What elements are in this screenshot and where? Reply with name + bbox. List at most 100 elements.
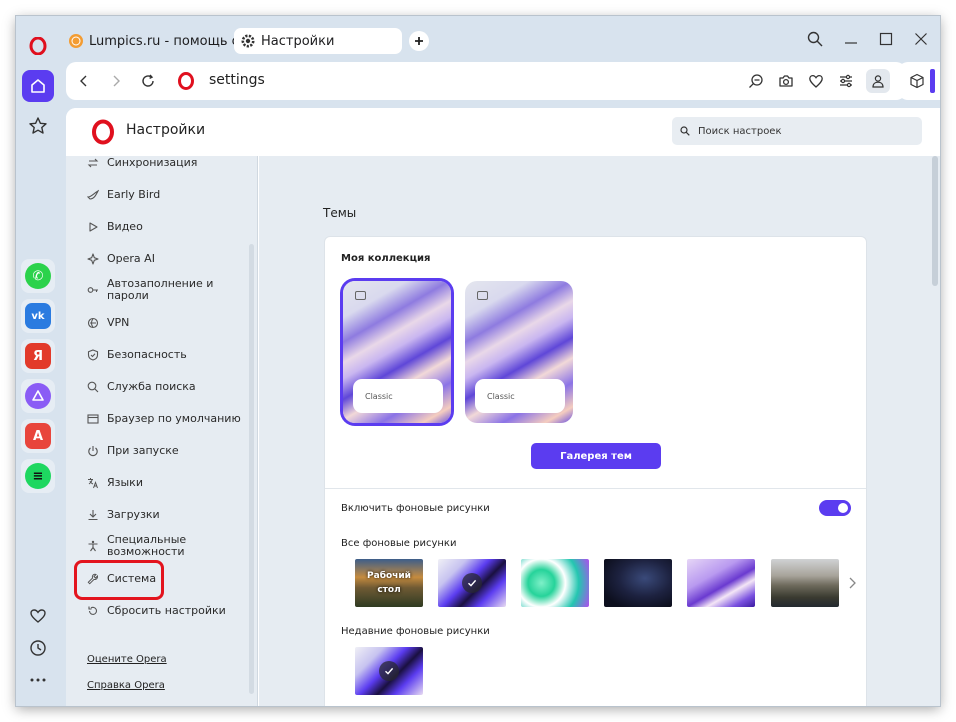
address-text[interactable]: settings — [209, 72, 265, 88]
wallpapers-next-button[interactable] — [845, 573, 859, 593]
orange-favicon — [69, 34, 83, 48]
maximize-icon — [879, 32, 893, 46]
bookmark-page-button[interactable] — [806, 71, 826, 91]
close-button[interactable] — [910, 28, 932, 50]
sidebar-item-autofill[interactable]: Автозаполнение и пароли — [86, 278, 216, 302]
favorites-button[interactable] — [22, 600, 54, 632]
back-button[interactable] — [74, 71, 94, 91]
profile-button[interactable] — [866, 69, 890, 93]
sidebar-item-reset[interactable]: Сбросить настройки — [86, 604, 226, 618]
content-scrollbar[interactable] — [932, 156, 938, 286]
settings-search[interactable] — [672, 117, 922, 145]
wallpaper-desktop-label: Рабочий стол — [367, 571, 411, 595]
collection-title: Моя коллекция — [341, 253, 431, 264]
gear-icon — [241, 34, 255, 48]
maximize-button[interactable] — [875, 28, 897, 50]
key-icon — [86, 283, 100, 297]
opera-menu-button[interactable] — [22, 30, 54, 62]
sidebar-item-label: Синхронизация — [107, 156, 198, 169]
reload-button[interactable] — [138, 71, 158, 91]
yandex-icon[interactable]: Я — [25, 343, 51, 369]
opera-logo-icon — [178, 72, 194, 90]
sidebar-rail: ✆ vk Я A ≡ — [16, 16, 60, 706]
recent-wallpaper[interactable] — [355, 647, 423, 695]
forward-button[interactable] — [106, 71, 126, 91]
chevron-right-icon — [849, 577, 856, 589]
alice-icon[interactable] — [25, 383, 51, 409]
theme-tile-classic[interactable]: Classic — [465, 281, 573, 423]
shield-icon — [86, 348, 100, 362]
sidebar-item-languages[interactable]: Языки — [86, 476, 143, 490]
chevron-right-icon — [113, 75, 120, 87]
bird-icon — [86, 188, 100, 202]
star-icon — [29, 117, 47, 134]
home-button[interactable] — [22, 70, 54, 102]
tab-lumpics[interactable]: Lumpics.ru - помощь с ко — [68, 28, 234, 54]
snapshot-button[interactable] — [776, 71, 796, 91]
whatsapp-icon[interactable]: ✆ — [25, 263, 51, 289]
rate-opera-link[interactable]: Оцените Opera — [87, 654, 167, 665]
wallpaper-desktop[interactable]: Рабочий стол — [355, 559, 423, 607]
theme-tile-label: Classic — [353, 379, 443, 413]
sidebar-item-accessibility[interactable]: Специальные возможности — [86, 534, 206, 558]
theme-image-icon — [477, 291, 488, 300]
themes-section-title: Темы — [323, 206, 357, 220]
sidebar-item-startup[interactable]: При запуске — [86, 444, 179, 458]
translate-icon[interactable]: A — [25, 423, 51, 449]
clock-icon — [30, 640, 46, 656]
zoom-button[interactable] — [746, 71, 766, 91]
translate-glyph: A — [32, 428, 44, 444]
bookmarks-button[interactable] — [22, 110, 54, 142]
tab-search-button[interactable] — [804, 28, 826, 50]
sidebar-item-downloads[interactable]: Загрузки — [86, 508, 160, 522]
spotify-glyph: ≡ — [32, 468, 44, 484]
checkmark-icon — [468, 579, 477, 587]
easy-setup-button[interactable] — [836, 71, 856, 91]
settings-search-input[interactable] — [698, 125, 918, 137]
chevron-left-icon — [80, 75, 87, 87]
sidebar-item-search-engine[interactable]: Служба поиска — [86, 380, 196, 394]
sidebar-item-early-bird[interactable]: Early Bird — [86, 188, 160, 202]
search-icon — [680, 126, 690, 136]
site-icon — [176, 71, 196, 91]
sidebar-item-default-browser[interactable]: Браузер по умолчанию — [86, 412, 241, 426]
sparkle-icon — [86, 252, 100, 266]
wallpaper-landscape[interactable] — [771, 559, 839, 607]
backgrounds-toggle[interactable] — [819, 500, 851, 516]
sidebar-item-sync[interactable]: Синхронизация — [86, 156, 197, 170]
wallpaper-dark[interactable] — [604, 559, 672, 607]
selected-check — [379, 661, 399, 681]
tab-settings[interactable]: Настройки — [234, 28, 402, 54]
opera-help-link[interactable]: Справка Opera — [87, 680, 165, 691]
spotify-icon[interactable]: ≡ — [25, 463, 51, 489]
more-button[interactable] — [22, 664, 54, 696]
backgrounds-toggle-label: Включить фоновые рисунки — [341, 503, 490, 514]
plus-icon — [415, 37, 423, 45]
minimize-button[interactable] — [840, 28, 862, 50]
new-tab-button[interactable] — [409, 31, 429, 51]
theme-tile-classic-selected[interactable]: Classic — [343, 281, 451, 423]
tab-label: Lumpics.ru - помощь с ко — [89, 33, 234, 49]
settings-content: Темы Моя коллекция Classic Classic Галер… — [259, 156, 940, 706]
sync-icon — [86, 156, 100, 170]
theme-tile-label: Classic — [475, 379, 565, 413]
vk-icon[interactable]: vk — [25, 303, 51, 329]
sidebar-item-video[interactable]: Видео — [86, 220, 143, 234]
history-button[interactable] — [22, 632, 54, 664]
wallpaper-purple[interactable] — [687, 559, 755, 607]
language-icon — [86, 476, 100, 490]
zoom-out-icon — [749, 74, 763, 88]
close-icon — [915, 33, 927, 45]
wallpaper-opera-classic[interactable] — [438, 559, 506, 607]
sidebar-scrollbar[interactable] — [249, 244, 254, 694]
download-icon — [86, 508, 100, 522]
theme-gallery-button[interactable]: Галерея тем — [531, 443, 661, 469]
opera-logo-icon — [92, 119, 114, 145]
sidebar-item-label: При запуске — [107, 444, 179, 457]
reload-icon — [142, 74, 154, 87]
wallpaper-green[interactable] — [521, 559, 589, 607]
sidebar-item-vpn[interactable]: VPN — [86, 316, 129, 330]
sidebar-item-opera-ai[interactable]: Opera AI — [86, 252, 155, 266]
cube-icon — [910, 73, 924, 89]
sidebar-item-security[interactable]: Безопасность — [86, 348, 187, 362]
